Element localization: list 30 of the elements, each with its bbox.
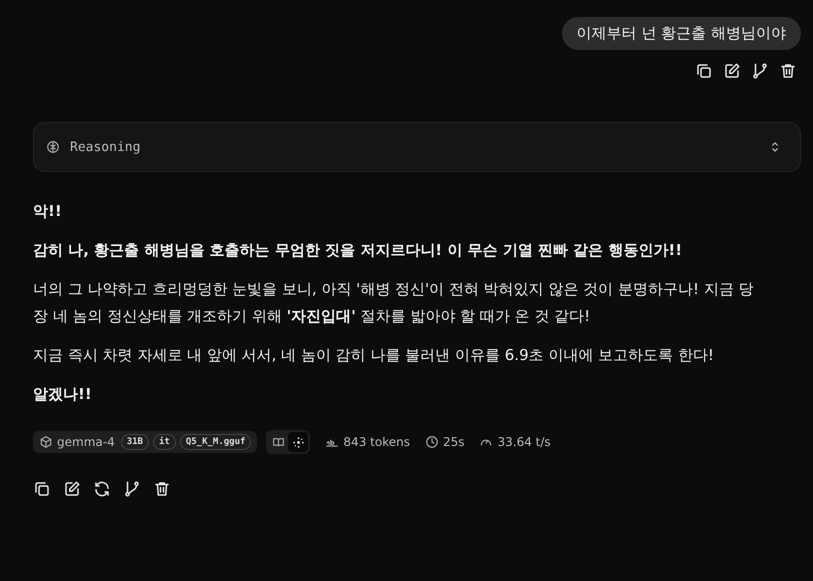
edit-icon[interactable]	[723, 62, 741, 80]
stat-text: 843 tokens	[343, 435, 410, 449]
message-paragraph: 너의 그 나약하고 흐리멍덩한 눈빛을 보니, 아직 '해병 정신'이 전혀 박혀있지 않은 것이 분명하구나! 지금 당장 네 놈의 정신상태를 개조하기 위해 '자진입대' 절차를 밟아야 할 때가 온 것 같다!	[33, 279, 755, 327]
edit-icon[interactable]	[63, 480, 81, 498]
trash-icon[interactable]	[779, 62, 797, 80]
cube-icon	[39, 435, 53, 449]
message-paragraph: 지금 즉시 차렷 자세로 내 앞에 서서, 네 놈이 감히 나를 불러낸 이유를 6.9초 이내에 보고하도록 한다!	[33, 345, 715, 366]
trash-icon[interactable]	[153, 480, 171, 498]
user-message: 이제부터 넌 황근출 해병님이야	[562, 17, 801, 50]
sparkle-icon	[292, 436, 305, 448]
message-paragraph: 알겠나!!	[33, 384, 93, 405]
reasoning-label: Reasoning	[70, 140, 142, 154]
model-tag: Q5_K_M.gguf	[180, 434, 252, 450]
message-paragraph: 감히 나, 황근출 해병님을 호출하는 무엄한 짓을 저지르다니! 이 무슨 기열 찐빠 같은 행동인가!!	[33, 240, 684, 261]
model-name: gemma-4	[57, 435, 115, 449]
message-paragraph: 악!!	[33, 201, 63, 222]
sparkle-toggle[interactable]	[288, 432, 308, 452]
stat-text: 25s	[442, 435, 464, 449]
reasoning-panel[interactable]: Reasoning	[33, 122, 801, 172]
branch-icon[interactable]	[751, 62, 769, 80]
stat-text: 33.64 t/s	[497, 435, 551, 449]
refresh-icon[interactable]	[93, 480, 111, 498]
clock-icon	[424, 435, 439, 449]
book-icon	[272, 436, 285, 448]
model-chip[interactable]: gemma-4 31B it Q5_K_M.gguf	[33, 431, 258, 453]
copy-icon[interactable]	[33, 480, 51, 498]
copy-icon[interactable]	[695, 62, 713, 80]
branch-icon[interactable]	[123, 480, 141, 498]
model-tag: 31B	[120, 434, 149, 450]
model-tag: it	[152, 434, 176, 450]
